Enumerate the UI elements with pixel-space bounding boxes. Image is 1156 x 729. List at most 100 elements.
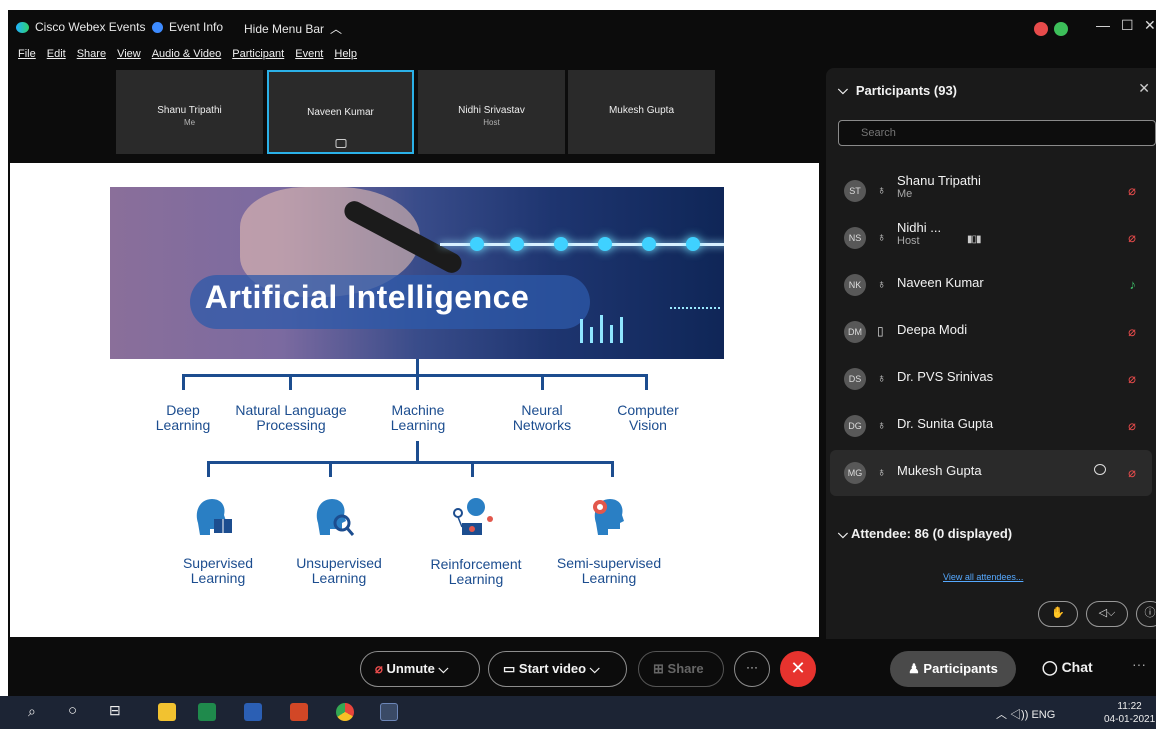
system-clock[interactable]: 11:22 04-01-2021 bbox=[1104, 700, 1155, 726]
menu-participant[interactable]: Participant bbox=[232, 48, 284, 66]
node-computer-vision: Computer Vision bbox=[617, 402, 679, 433]
node-supervised: Supervised Learning bbox=[182, 555, 254, 586]
chevron-down-icon: ⌵ bbox=[438, 661, 449, 676]
headset-icon: ♁ bbox=[877, 418, 886, 432]
tree-line bbox=[541, 374, 544, 390]
bar-graphic bbox=[590, 327, 593, 343]
participant-name: Shanu Tripathi bbox=[897, 173, 981, 188]
reactions-button[interactable]: ◁⌵ bbox=[1086, 601, 1128, 627]
menu-edit[interactable]: Edit bbox=[47, 48, 66, 66]
unmute-button[interactable]: ⌀ Unmute ⌵ bbox=[360, 651, 480, 687]
tree-line bbox=[182, 374, 185, 390]
event-info-label: Event Info bbox=[169, 20, 224, 34]
minimize-button[interactable]: — bbox=[1096, 17, 1110, 33]
excel-icon[interactable] bbox=[198, 703, 216, 721]
headset-icon: ♁ bbox=[877, 277, 886, 291]
menu-event[interactable]: Event bbox=[295, 48, 323, 66]
cortana-icon[interactable]: ○ bbox=[68, 702, 77, 719]
tree-line bbox=[611, 461, 614, 477]
participants-panel: ⌵ Participants (93) ✕ ST ♁ Shanu Tripath… bbox=[826, 68, 1156, 639]
search-icon[interactable]: ⌕ bbox=[28, 703, 36, 720]
avatar: DM bbox=[844, 321, 866, 343]
participant-row[interactable]: DS ♁ Dr. PVS Srinivas ⌀ bbox=[830, 356, 1152, 402]
bar-graphic bbox=[580, 319, 583, 343]
start-video-button[interactable]: ▭ Start video ⌵ bbox=[488, 651, 627, 687]
mic-muted-icon[interactable]: ⌀ bbox=[1128, 230, 1136, 246]
ai-head-book-icon bbox=[196, 499, 232, 535]
view-all-attendees-link[interactable]: View all attendees... bbox=[943, 572, 1023, 582]
participant-row[interactable]: NS ♁ Nidhi ... Host ▮▯▮ ⌀ bbox=[830, 215, 1152, 261]
participants-toggle-button[interactable]: ♟ Participants bbox=[890, 651, 1016, 687]
headset-icon: ♁ bbox=[877, 465, 886, 479]
menu-audio-video[interactable]: Audio & Video bbox=[152, 48, 222, 66]
participant-name: Deepa Modi bbox=[897, 322, 968, 337]
share-button[interactable]: ⊞ Share bbox=[638, 651, 724, 687]
more-options-button[interactable]: ··· bbox=[734, 651, 770, 687]
mic-muted-icon[interactable]: ⌀ bbox=[1128, 324, 1136, 340]
tree-line bbox=[471, 461, 474, 477]
tile-role: Host bbox=[483, 118, 500, 127]
participant-search-input[interactable] bbox=[838, 120, 1156, 146]
more-options-icon[interactable]: ⓘ bbox=[1136, 601, 1156, 627]
close-panel-button[interactable]: ✕ bbox=[1138, 80, 1150, 97]
participant-role: Host bbox=[897, 235, 920, 247]
participant-row[interactable]: MG ♁ Mukesh Gupta ⌀ bbox=[830, 450, 1152, 496]
recording-icon[interactable] bbox=[1034, 22, 1048, 36]
mic-on-icon[interactable]: ♪ bbox=[1130, 277, 1137, 292]
menu-file[interactable]: File bbox=[18, 48, 36, 66]
tree-line bbox=[416, 374, 419, 390]
overflow-menu-button[interactable]: ··· bbox=[1132, 656, 1146, 672]
participants-header[interactable]: ⌵ Participants (93) bbox=[838, 82, 957, 98]
video-tile-naveen[interactable]: Naveen Kumar bbox=[267, 70, 414, 154]
hide-menu-bar-button[interactable]: Hide Menu Bar ︿ bbox=[244, 20, 342, 37]
video-tile-mukesh[interactable]: Mukesh Gupta bbox=[568, 70, 715, 154]
menu-help[interactable]: Help bbox=[334, 48, 357, 66]
leave-meeting-button[interactable]: ✕ bbox=[780, 651, 816, 687]
chrome-icon[interactable] bbox=[336, 703, 354, 721]
chat-toggle-button[interactable]: ◯ Chat bbox=[1042, 659, 1093, 676]
unmute-label: Unmute bbox=[386, 661, 435, 676]
tree-line bbox=[416, 441, 419, 463]
avatar: DS bbox=[844, 368, 866, 390]
network-node-icon bbox=[554, 237, 568, 251]
headset-icon: ♁ bbox=[877, 230, 886, 244]
participant-row[interactable]: NK ♁ Naveen Kumar ♪ bbox=[830, 262, 1152, 308]
mic-muted-icon[interactable]: ⌀ bbox=[1128, 418, 1136, 434]
node-neural-networks: Neural Networks bbox=[512, 402, 572, 433]
raise-hand-button[interactable]: ✋ bbox=[1038, 601, 1078, 627]
network-node-icon bbox=[470, 237, 484, 251]
participants-label: Participants bbox=[923, 661, 998, 676]
mic-muted-icon[interactable]: ⌀ bbox=[1128, 371, 1136, 387]
maximize-button[interactable]: ☐ bbox=[1121, 17, 1134, 34]
video-tile-shanu[interactable]: Shanu Tripathi Me bbox=[116, 70, 263, 154]
word-icon[interactable] bbox=[244, 703, 262, 721]
tile-name: Mukesh Gupta bbox=[608, 105, 675, 116]
task-view-icon[interactable]: ⊟ bbox=[109, 702, 121, 719]
node-deep-learning: Deep Learning bbox=[155, 402, 211, 433]
tree-line bbox=[645, 374, 648, 390]
chevron-down-icon: ⌵ bbox=[838, 526, 848, 541]
avatar: NK bbox=[844, 274, 866, 296]
mic-muted-icon[interactable]: ⌀ bbox=[1128, 465, 1136, 481]
powerpoint-icon[interactable] bbox=[290, 703, 308, 721]
participant-row[interactable]: ST ♁ Shanu Tripathi Me ⌀ bbox=[830, 168, 1152, 214]
event-info-button[interactable]: Event Info bbox=[152, 20, 223, 34]
menu-share[interactable]: Share bbox=[77, 48, 106, 66]
network-node-icon bbox=[510, 237, 524, 251]
close-button[interactable]: ✕ bbox=[1144, 17, 1156, 34]
attendee-count: Attendee: 86 (0 displayed) bbox=[851, 526, 1013, 541]
file-explorer-icon[interactable] bbox=[158, 703, 176, 721]
system-tray[interactable]: ︿ ◁)) ENG bbox=[996, 706, 1055, 722]
video-tile-nidhi[interactable]: Nidhi Srivastav Host bbox=[418, 70, 565, 154]
chat-icon: ◯ bbox=[1042, 659, 1058, 675]
network-status-icon[interactable] bbox=[1054, 22, 1068, 36]
chat-icon[interactable] bbox=[1094, 464, 1106, 475]
network-node-icon bbox=[686, 237, 700, 251]
tile-name: Naveen Kumar bbox=[307, 107, 374, 118]
attendee-header[interactable]: ⌵ Attendee: 86 (0 displayed) bbox=[838, 526, 1012, 542]
mic-muted-icon[interactable]: ⌀ bbox=[1128, 183, 1136, 199]
webex-taskbar-icon[interactable] bbox=[380, 703, 398, 721]
participant-row[interactable]: DG ♁ Dr. Sunita Gupta ⌀ bbox=[830, 403, 1152, 449]
participant-row[interactable]: DM ▯ Deepa Modi ⌀ bbox=[830, 309, 1152, 355]
menu-view[interactable]: View bbox=[117, 48, 141, 66]
